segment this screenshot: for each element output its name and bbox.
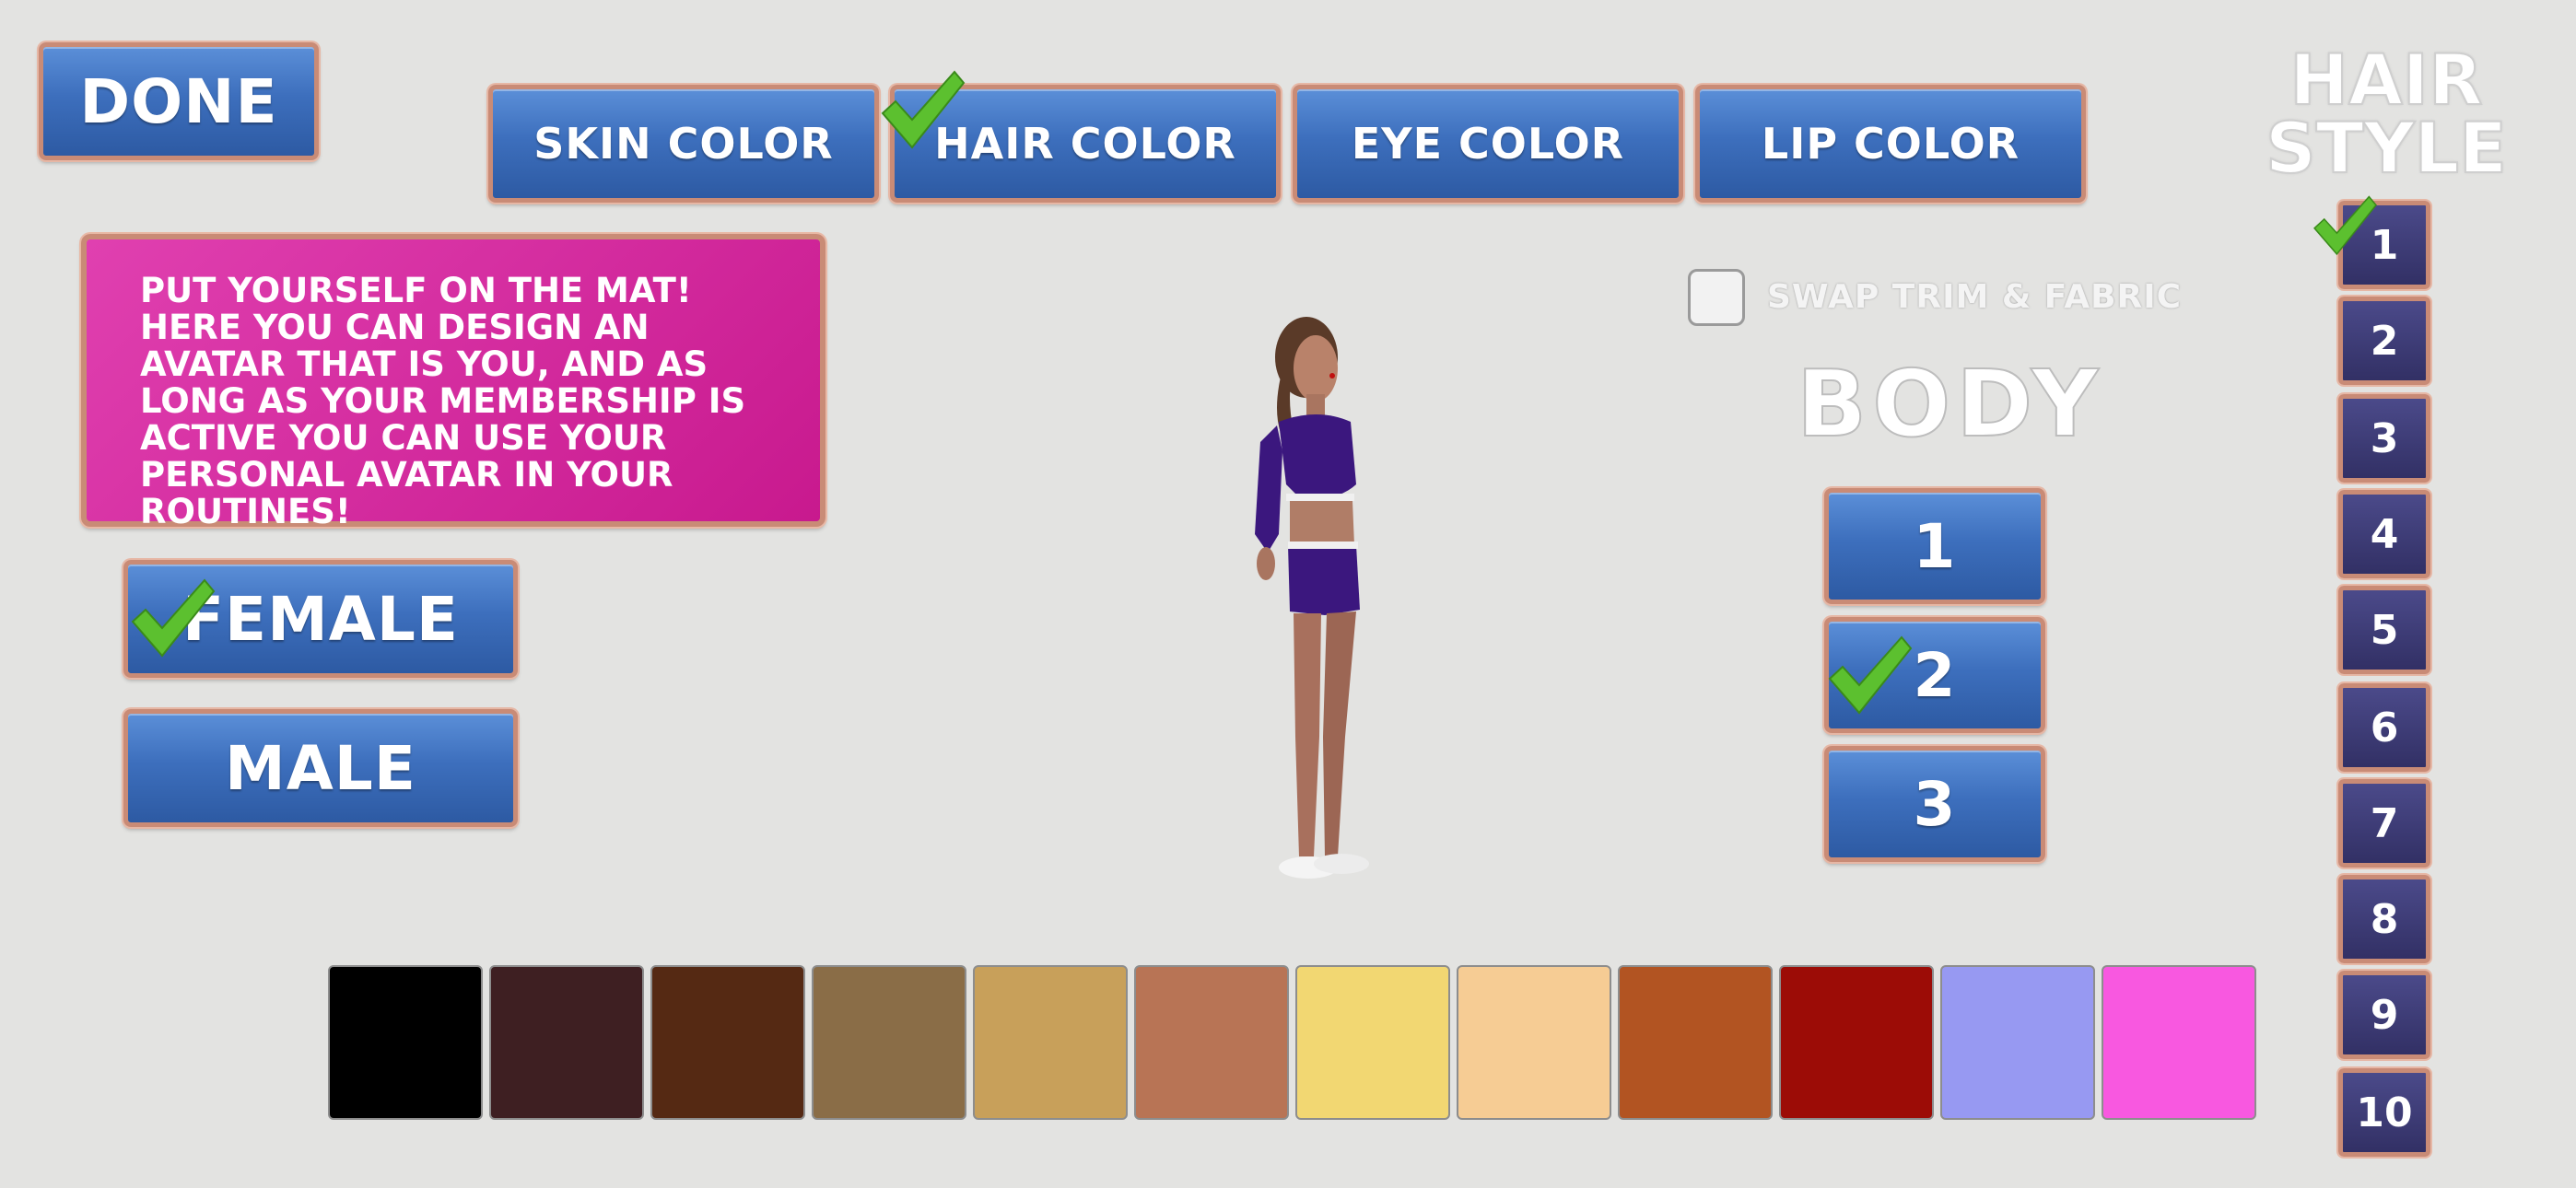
tab-lip-color[interactable]: LIP COLOR [1695, 85, 2086, 203]
hair-style-title: HAIR STYLE [2265, 39, 2508, 189]
color-swatch-2[interactable] [489, 965, 644, 1120]
hair-style-option-6[interactable]: 6 [2338, 683, 2430, 772]
hair-style-option-10[interactable]: 10 [2338, 1068, 2430, 1157]
color-swatch-9[interactable] [1618, 965, 1773, 1120]
color-swatch-4[interactable] [812, 965, 966, 1120]
done-button[interactable]: DONE [39, 42, 319, 160]
hair-style-option-5[interactable]: 5 [2338, 586, 2430, 674]
hair-style-option-3[interactable]: 3 [2338, 394, 2430, 483]
color-swatch-5[interactable] [973, 965, 1128, 1120]
hair-style-option-2[interactable]: 2 [2338, 297, 2430, 385]
body-title: BODY [1796, 349, 2104, 459]
body-option-2[interactable]: 2 [1824, 617, 2045, 733]
hair-style-option-4[interactable]: 4 [2338, 490, 2430, 578]
body-option-3[interactable]: 3 [1824, 746, 2045, 862]
hair-style-option-9[interactable]: 9 [2338, 971, 2430, 1059]
swap-trim-checkbox[interactable] [1688, 269, 1745, 326]
swap-trim-label: SWAP TRIM & FABRIC [1767, 278, 2183, 316]
tab-eye-color[interactable]: EYE COLOR [1293, 85, 1683, 203]
hair-style-option-7[interactable]: 7 [2338, 779, 2430, 868]
color-swatch-10[interactable] [1779, 965, 1934, 1120]
info-message: PUT YOURSELF ON THE MAT! HERE YOU CAN DE… [81, 234, 825, 530]
color-swatch-6[interactable] [1134, 965, 1289, 1120]
female-button[interactable]: FEMALE [123, 560, 518, 678]
hair-style-option-8[interactable]: 8 [2338, 875, 2430, 963]
color-swatch-1[interactable] [328, 965, 483, 1120]
tab-skin-color[interactable]: SKIN COLOR [488, 85, 879, 203]
color-swatch-7[interactable] [1295, 965, 1450, 1120]
hair-style-option-1[interactable]: 1 [2338, 201, 2430, 289]
color-swatch-3[interactable] [650, 965, 805, 1120]
color-swatch-12[interactable] [2102, 965, 2256, 1120]
avatar-figure [1255, 317, 1369, 879]
tab-hair-color[interactable]: HAIR COLOR [890, 85, 1281, 203]
body-option-1[interactable]: 1 [1824, 488, 2045, 604]
color-swatch-8[interactable] [1457, 965, 1611, 1120]
male-button[interactable]: MALE [123, 709, 518, 827]
color-swatch-11[interactable] [1940, 965, 2095, 1120]
